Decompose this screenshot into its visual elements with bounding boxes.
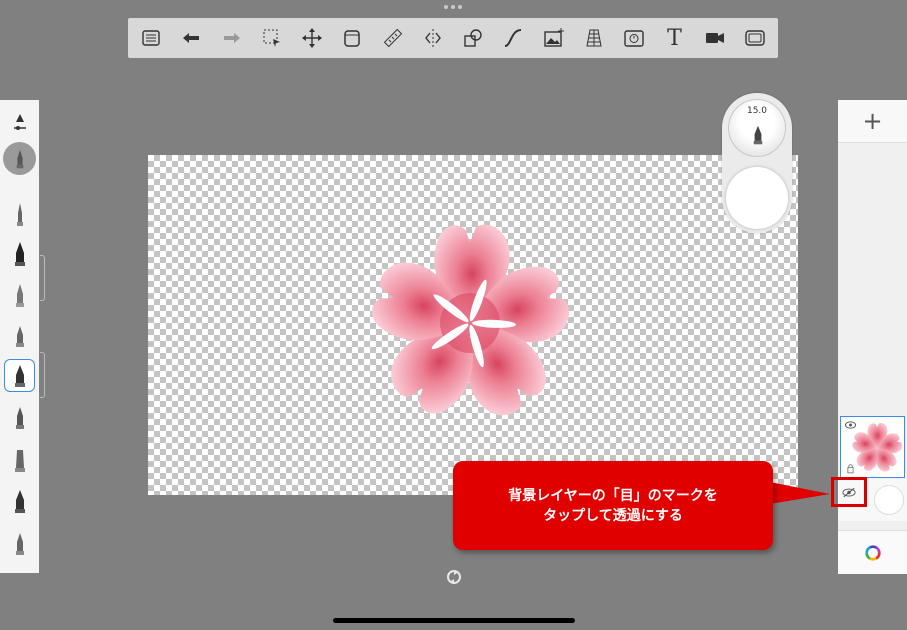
background-color-swatch[interactable] — [874, 485, 904, 515]
add-layer-button[interactable]: + — [838, 100, 907, 143]
brush-pencil-icon[interactable] — [4, 197, 35, 230]
brush-puck[interactable]: 15.0 — [722, 93, 792, 233]
undo-icon[interactable] — [174, 22, 208, 54]
fullscreen-icon[interactable] — [738, 22, 772, 54]
ruler-icon[interactable] — [376, 22, 410, 54]
lock-icon[interactable] — [847, 463, 854, 474]
toolbar-grabber[interactable] — [444, 5, 464, 11]
layer-stack-icon[interactable] — [335, 22, 369, 54]
brush-eraser-icon[interactable] — [4, 526, 35, 559]
callout-line-1: 背景レイヤーの「目」のマークを — [508, 487, 718, 504]
symmetry-icon[interactable] — [416, 22, 450, 54]
rotate-icon[interactable] — [446, 569, 462, 585]
callout-line-2: タップして透過にする — [543, 507, 683, 524]
curve-icon[interactable] — [496, 22, 530, 54]
home-indicator[interactable] — [333, 618, 575, 623]
brush-size-value: 15.0 — [746, 106, 768, 116]
brush-felt-tip-icon[interactable] — [4, 318, 35, 351]
layer-thumbnail[interactable] — [840, 416, 905, 478]
instruction-callout: 背景レイヤーの「目」のマークを タップして透過にする — [453, 461, 773, 550]
text-icon[interactable]: T — [657, 22, 691, 54]
sakura-flower — [365, 224, 576, 426]
current-brush-icon[interactable] — [3, 142, 36, 175]
image-icon[interactable] — [537, 22, 571, 54]
brush-palette — [0, 100, 39, 573]
brush-size-slider[interactable] — [40, 255, 45, 301]
top-toolbar: T — [128, 18, 778, 58]
color-puck[interactable] — [726, 167, 788, 229]
shapes-icon[interactable] — [456, 22, 490, 54]
brush-opacity-slider[interactable] — [40, 352, 45, 398]
brush-airbrush-icon[interactable] — [4, 443, 35, 476]
transform-icon[interactable] — [295, 22, 329, 54]
brush-ballpoint-icon[interactable] — [4, 278, 35, 311]
video-icon[interactable] — [698, 22, 732, 54]
brush-marker-icon[interactable] — [4, 237, 35, 270]
time-lapse-icon[interactable] — [617, 22, 651, 54]
redo-icon[interactable] — [215, 22, 249, 54]
perspective-icon[interactable] — [577, 22, 611, 54]
brush-size-puck[interactable]: 15.0 — [728, 99, 786, 157]
color-wheel-button[interactable] — [838, 530, 907, 574]
list-icon[interactable] — [134, 22, 168, 54]
drawing-canvas[interactable] — [148, 155, 798, 495]
brush-paintbrush-icon[interactable] — [4, 400, 35, 433]
brush-inking-icon[interactable] — [4, 359, 35, 392]
color-wheel-icon — [864, 544, 881, 561]
brush-chisel-icon[interactable] — [4, 484, 35, 517]
eye-highlight-box — [831, 477, 867, 507]
pen-nib-icon — [753, 125, 763, 145]
layer-preview-flower — [851, 423, 903, 474]
select-icon[interactable] — [255, 22, 289, 54]
brush-properties-icon[interactable] — [4, 106, 35, 139]
callout-pointer — [770, 482, 830, 504]
